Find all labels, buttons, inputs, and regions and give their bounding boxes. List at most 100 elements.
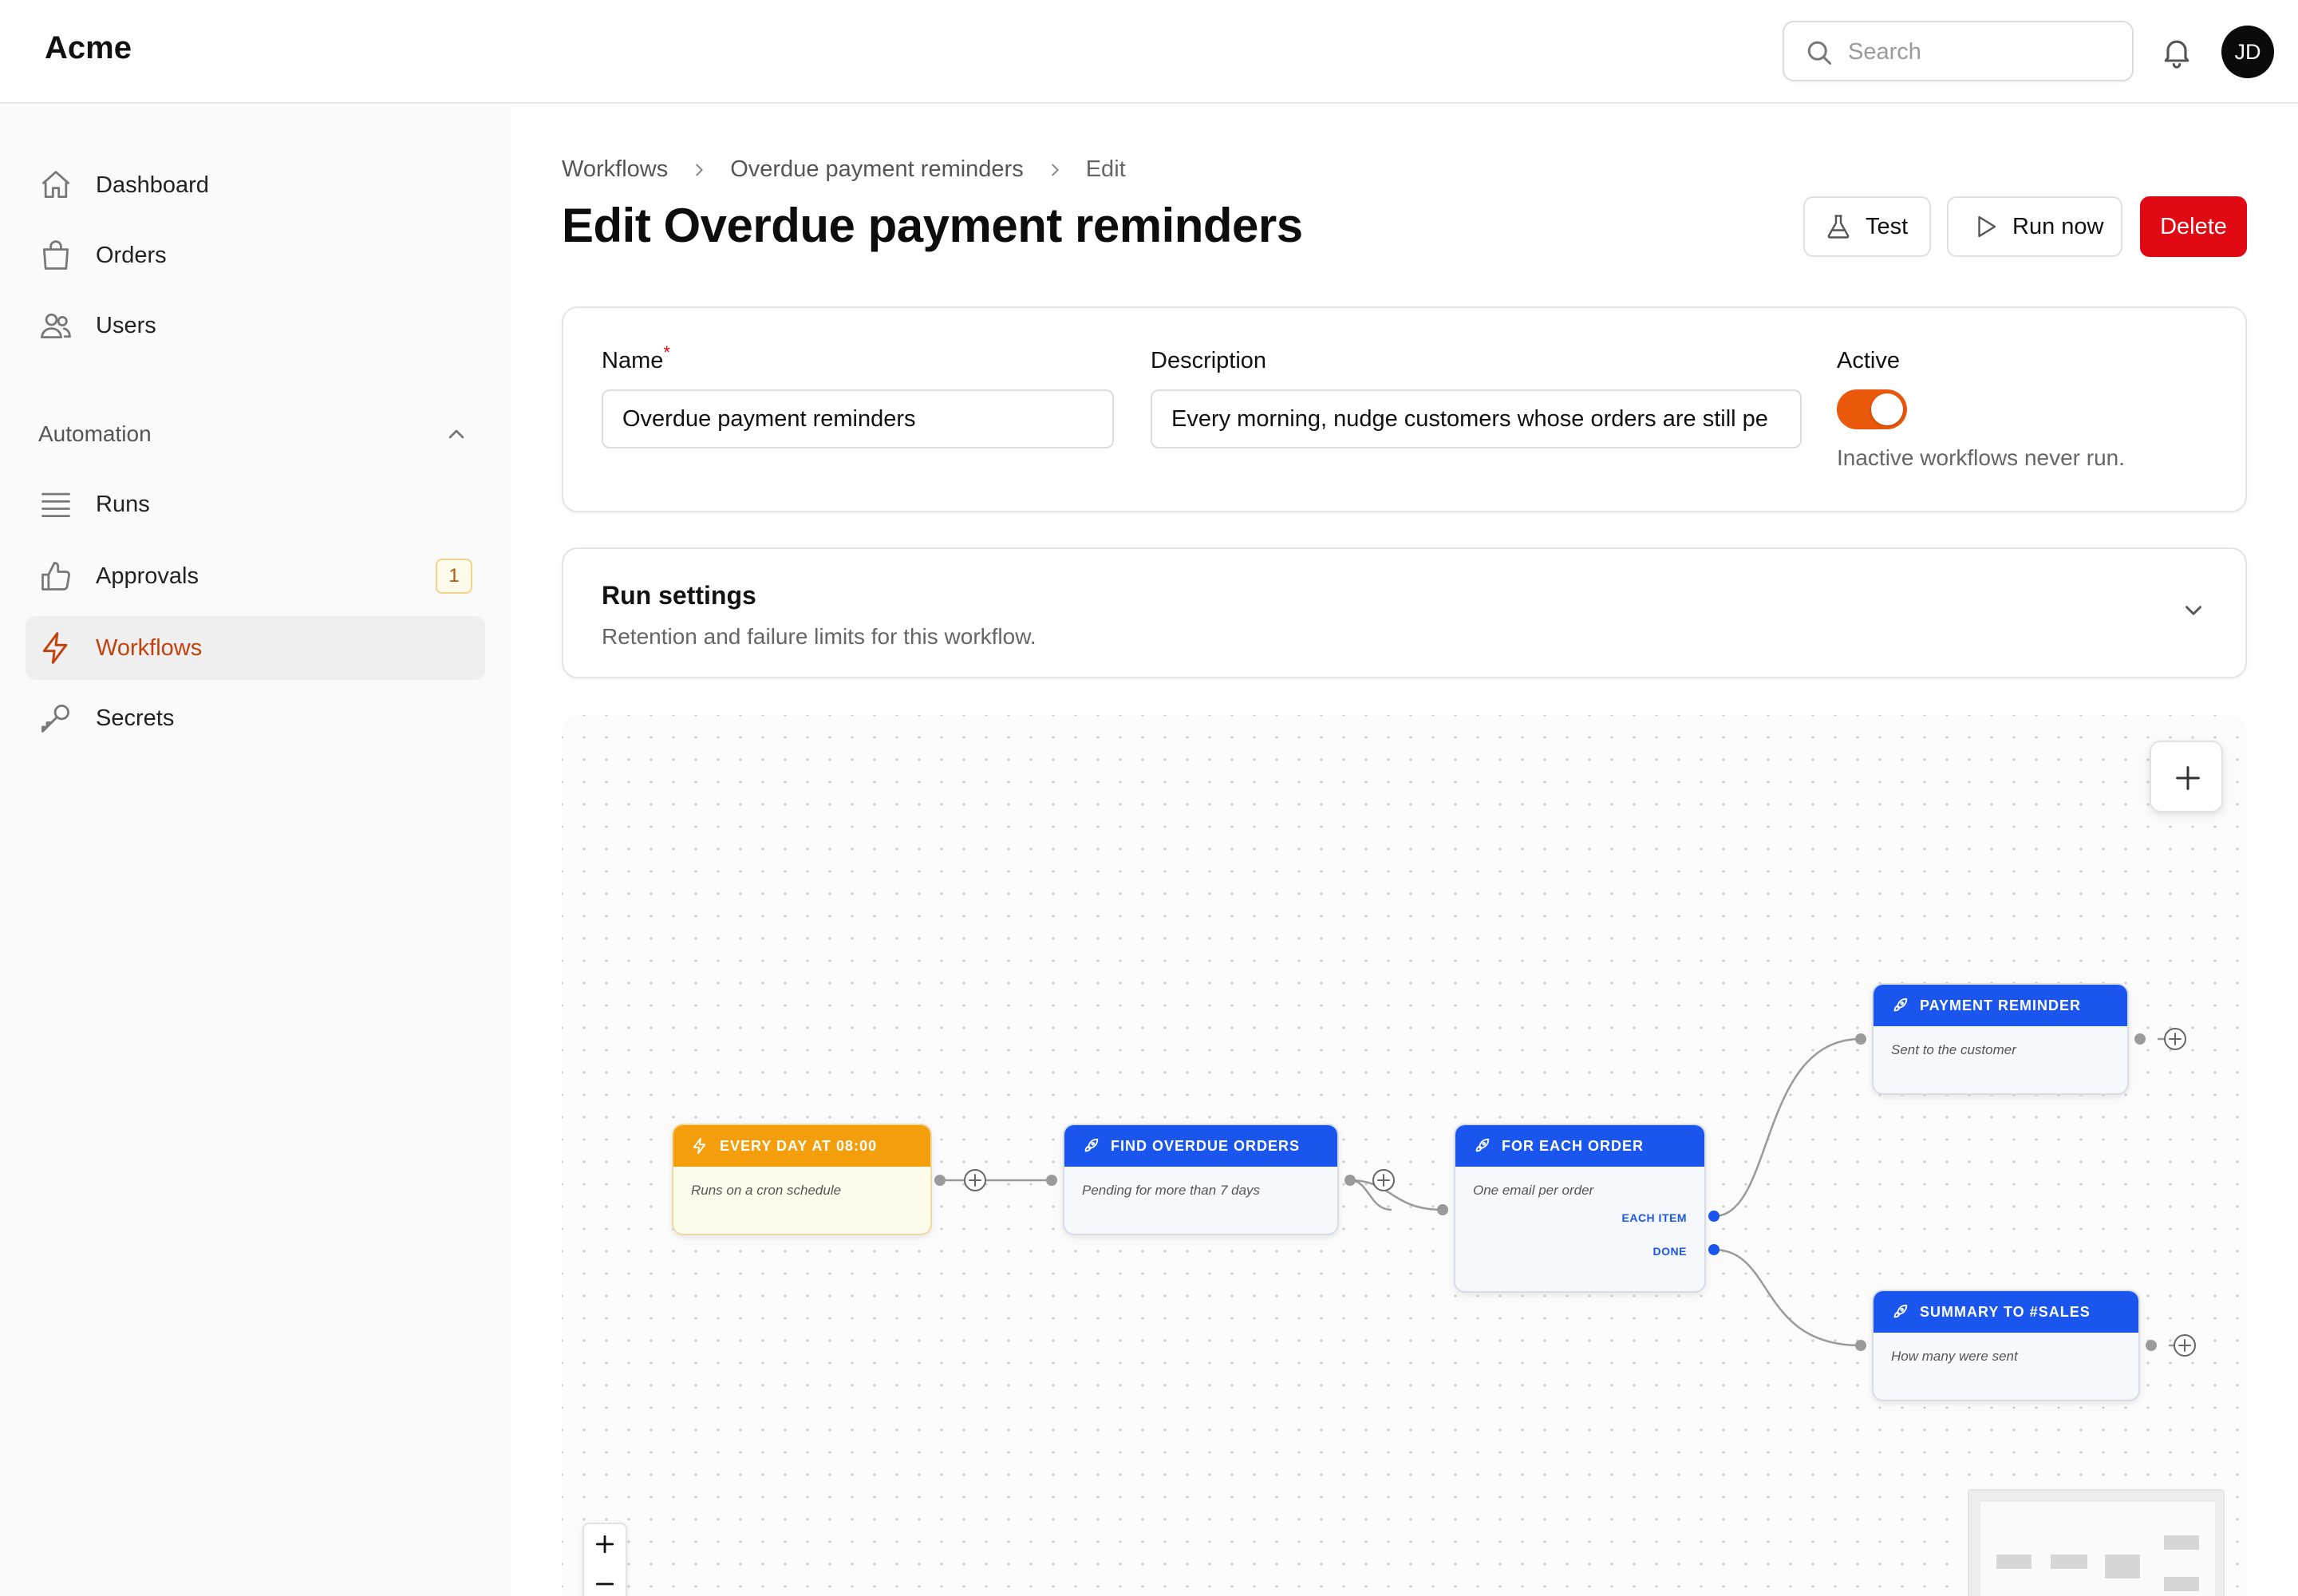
plus-icon [2176, 766, 2200, 790]
shopping-bag-icon [42, 240, 69, 270]
handle-each-item-out [1708, 1211, 1720, 1222]
rocket-icon [1084, 1138, 1099, 1152]
sidebar-item-workflows[interactable]: Workflows [26, 616, 485, 680]
home-icon [41, 171, 70, 199]
handle-summary-in [1855, 1340, 1866, 1351]
brand-logo[interactable]: Acme [45, 30, 132, 66]
minimap-node [2164, 1535, 2199, 1550]
top-bar: Acme JD [0, 0, 2298, 104]
delete-button[interactable]: Delete [2140, 196, 2247, 257]
flow-node-payment-reminder[interactable]: PAYMENT REMINDER Sent to the customer [1872, 983, 2129, 1095]
run-settings-title: Run settings [602, 581, 756, 610]
user-avatar[interactable]: JD [2221, 26, 2274, 78]
sidebar-item-label: Approvals [96, 563, 199, 589]
sidebar-item-label: Workflows [96, 635, 203, 661]
run-settings-card[interactable]: Run settings Retention and failure limit… [562, 547, 2247, 678]
test-button[interactable]: Test [1803, 196, 1931, 257]
name-label-text: Name [602, 348, 664, 373]
key-icon [41, 705, 69, 733]
handle-trigger-out [934, 1175, 946, 1186]
breadcrumb-current: Edit [1085, 156, 1126, 182]
sidebar-item-dashboard[interactable]: Dashboard [26, 153, 485, 217]
edge-find-loop-curve [1349, 1179, 1443, 1211]
edge-done-summary [1713, 1248, 1862, 1347]
flow-node-for-each-order[interactable]: FOR EACH ORDER One email per order EACH … [1454, 1124, 1706, 1293]
sidebar-item-label: Dashboard [96, 172, 209, 198]
flow-node-find-overdue-orders[interactable]: FIND OVERDUE ORDERS Pending for more tha… [1063, 1124, 1339, 1235]
bolt-icon [42, 632, 68, 664]
zoom-in-button[interactable] [584, 1524, 626, 1564]
required-mark: * [663, 342, 670, 362]
chevron-right-icon [1051, 164, 1059, 176]
node-title: FIND OVERDUE ORDERS [1111, 1137, 1301, 1154]
minimap-node [2105, 1555, 2140, 1578]
minus-icon [595, 1582, 614, 1586]
breadcrumb-workflow-name[interactable]: Overdue payment reminders [730, 156, 1024, 183]
plus-icon [595, 1535, 614, 1554]
sidebar-item-runs[interactable]: Runs [26, 472, 485, 536]
run-settings-subtitle: Retention and failure limits for this wo… [602, 624, 1036, 649]
minimap-node [2164, 1577, 2199, 1591]
breadcrumb: Workflows Overdue payment reminders Edit [562, 156, 1126, 183]
handle-summary-out [2146, 1340, 2157, 1351]
chevron-right-icon [696, 164, 703, 176]
sidebar-item-users[interactable]: Users [26, 294, 485, 358]
zoom-out-button[interactable] [584, 1564, 626, 1596]
list-icon [41, 492, 70, 518]
node-subtitle: One email per order [1473, 1183, 1594, 1198]
chevron-down-icon[interactable] [2180, 597, 2207, 624]
run-now-button-label: Run now [2012, 213, 2104, 239]
node-header: FIND OVERDUE ORDERS [1064, 1125, 1337, 1167]
approvals-count-badge: 1 [436, 559, 472, 594]
add-node-button[interactable] [2150, 741, 2223, 812]
rocket-icon [1475, 1138, 1490, 1152]
output-label-done: DONE [1652, 1245, 1687, 1258]
node-subtitle: Runs on a cron schedule [691, 1183, 842, 1198]
name-label: Name* [602, 342, 670, 374]
flask-icon [1827, 215, 1850, 239]
name-input[interactable] [602, 389, 1114, 448]
sidebar-item-label: Orders [96, 243, 167, 268]
sidebar-item-secrets[interactable]: Secrets [26, 686, 485, 750]
breadcrumb-workflows[interactable]: Workflows [562, 156, 668, 183]
zoom-controls [582, 1523, 627, 1596]
flow-node-trigger[interactable]: EVERY DAY AT 08:00 Runs on a cron schedu… [672, 1124, 932, 1235]
minimap-node [2051, 1555, 2087, 1569]
minimap[interactable] [1968, 1489, 2225, 1596]
active-label: Active [1837, 348, 1900, 373]
node-header: PAYMENT REMINDER [1874, 985, 2127, 1026]
handle-reminder-in [1855, 1033, 1866, 1045]
node-header: SUMMARY TO #SALES [1874, 1291, 2138, 1333]
page-title: Edit Overdue payment reminders [562, 199, 1303, 252]
rocket-icon [1893, 998, 1908, 1012]
node-header: FOR EACH ORDER [1455, 1125, 1704, 1167]
description-input[interactable] [1151, 389, 1802, 448]
flow-node-summary-to-sales[interactable]: SUMMARY TO #SALES How many were sent [1872, 1290, 2140, 1401]
chevron-up-icon[interactable] [444, 421, 469, 447]
active-help-text: Inactive workflows never run. [1837, 445, 2126, 470]
output-label-each-item: EACH ITEM [1621, 1211, 1687, 1224]
play-icon [1978, 215, 1996, 238]
search-input[interactable] [1848, 34, 2119, 70]
test-button-label: Test [1866, 213, 1909, 239]
section-label-automation[interactable]: Automation [38, 421, 152, 447]
bolt-icon [693, 1137, 706, 1155]
workflow-details-card: Name* Description Active Inactive workfl… [562, 306, 2247, 512]
node-header: EVERY DAY AT 08:00 [673, 1125, 930, 1167]
users-icon [41, 313, 71, 339]
run-now-button[interactable]: Run now [1947, 196, 2122, 257]
workflow-canvas[interactable]: EVERY DAY AT 08:00 Runs on a cron schedu… [562, 715, 2247, 1596]
sidebar: Dashboard Orders Users Automation Runs A… [0, 104, 511, 1596]
node-subtitle: How many were sent [1891, 1349, 2018, 1364]
edge-each-reminder [1713, 1037, 1862, 1218]
search-box[interactable] [1783, 21, 2134, 81]
sidebar-item-orders[interactable]: Orders [26, 223, 485, 287]
sidebar-item-approvals[interactable]: Approvals 1 [26, 544, 485, 608]
rocket-icon [1893, 1304, 1908, 1318]
sidebar-item-label: Secrets [96, 705, 175, 731]
search-icon [1807, 41, 1831, 65]
bell-icon[interactable] [2159, 34, 2194, 70]
active-toggle[interactable] [1837, 389, 1907, 429]
thumbs-up-icon [41, 562, 70, 591]
node-subtitle: Pending for more than 7 days [1082, 1183, 1261, 1198]
